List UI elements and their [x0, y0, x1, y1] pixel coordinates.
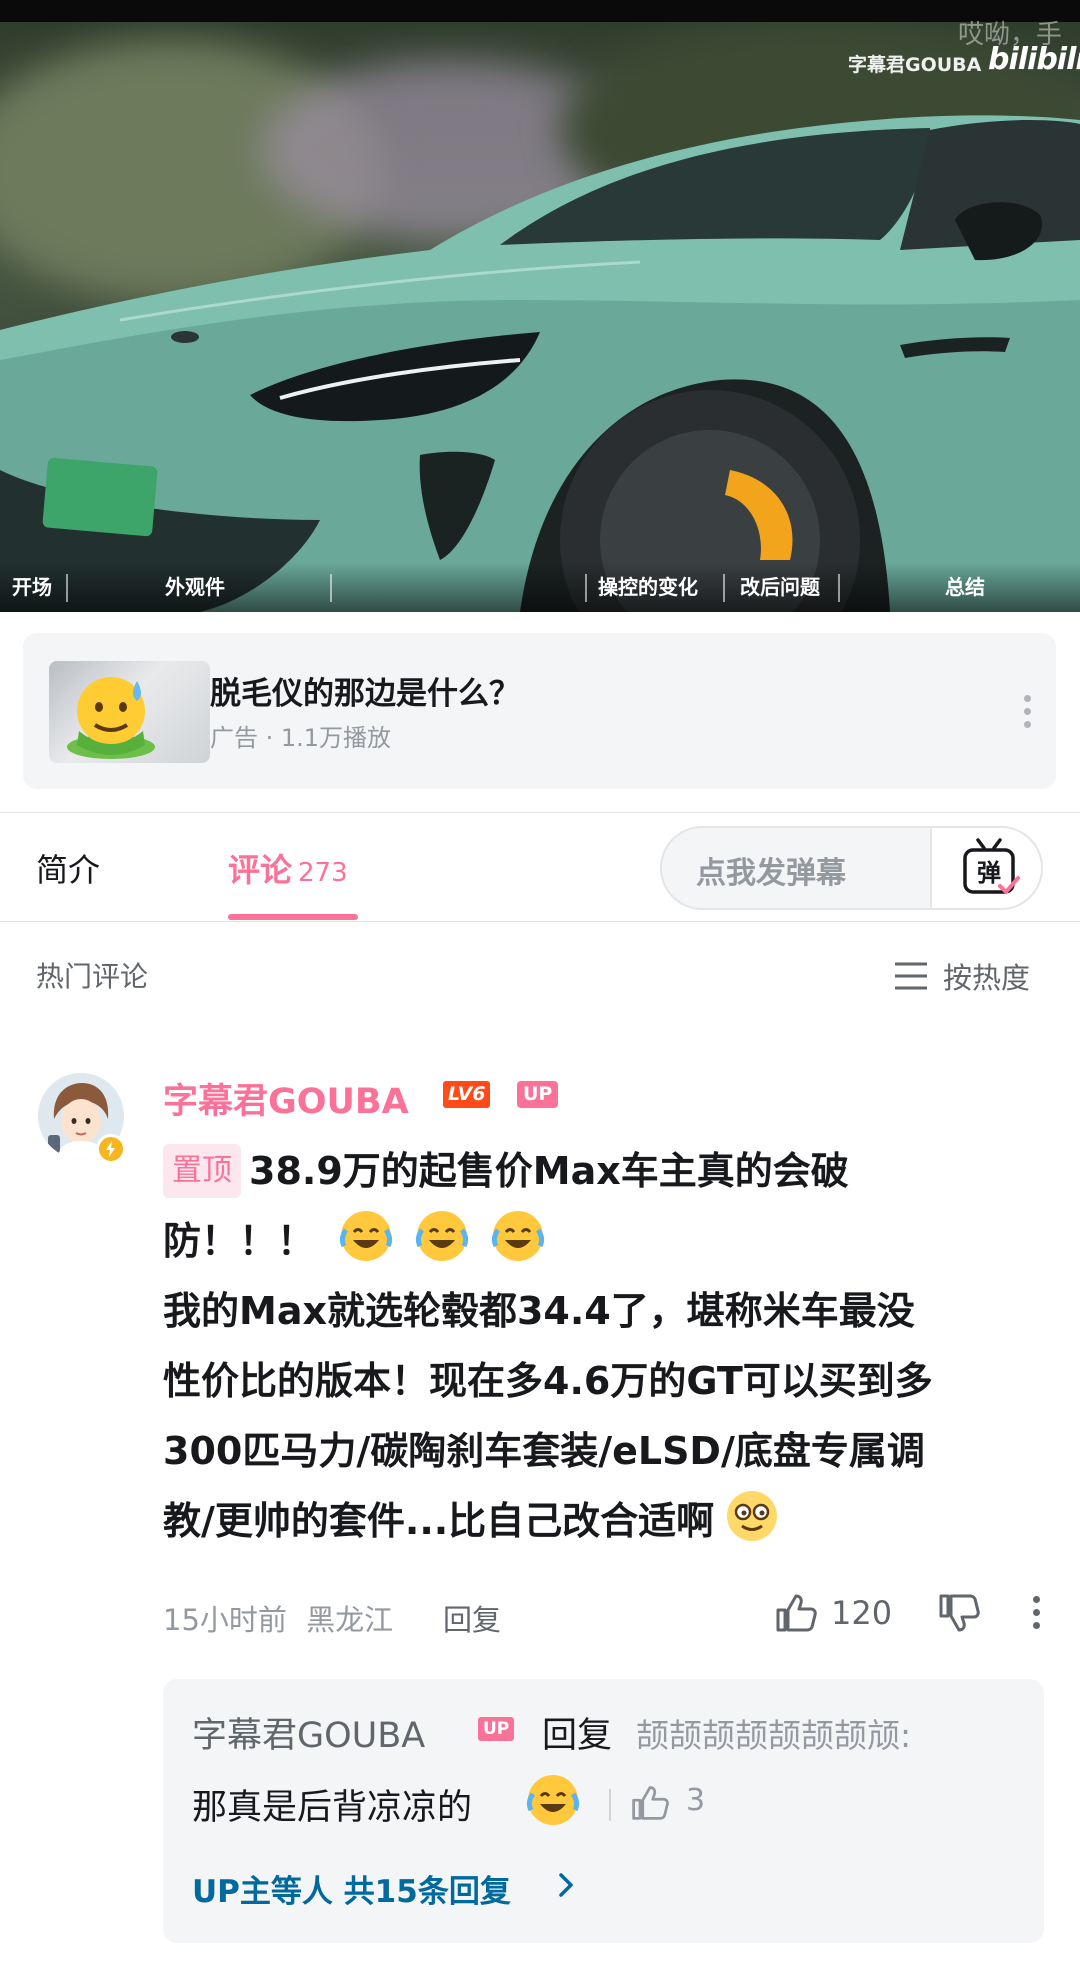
comment-line: 教/更帅的套件...比自己改合适啊	[163, 1486, 1043, 1556]
like-count: 120	[831, 1594, 893, 1632]
dizzy-smile-emoji-icon	[727, 1491, 778, 1541]
divider	[609, 1789, 611, 1821]
laughing-crying-emoji-icon	[492, 1211, 545, 1261]
danmaku-icon: 弹	[963, 838, 1020, 894]
divider	[0, 921, 1080, 922]
ad-thumbnail[interactable]	[49, 661, 210, 763]
pinned-badge: 置顶	[163, 1144, 241, 1198]
bilibili-logo: bilibili	[988, 42, 1080, 77]
reply-author[interactable]: 字幕君GOUBA	[192, 1707, 425, 1758]
chapter-divider	[66, 574, 68, 602]
comment-location: 黑龙江	[306, 1603, 394, 1637]
thumbs-up-icon[interactable]	[630, 1782, 670, 1822]
view-all-replies-link[interactable]: UP主等人 共15条回复	[192, 1866, 511, 1911]
chapter-handling[interactable]: 操控的变化	[598, 570, 698, 604]
chapter-issues[interactable]: 改后问题	[740, 570, 820, 604]
thumbs-down-icon[interactable]	[937, 1592, 981, 1636]
hot-comments-title: 热门评论	[36, 960, 149, 993]
thumbs-up-icon[interactable]	[774, 1590, 818, 1634]
laughing-crying-emoji-icon	[416, 1211, 469, 1261]
car-image	[0, 115, 1080, 612]
laughing-crying-emoji-icon	[526, 1775, 580, 1825]
comment-line-text: 教/更帅的套件...比自己改合适啊	[163, 1499, 715, 1543]
tab-comments-label: 评论	[228, 851, 293, 889]
chapter-divider	[723, 574, 725, 602]
reply-target-user[interactable]: 颉颉颉颉颉颉颉颃:	[636, 1709, 911, 1757]
chapter-divider	[838, 574, 840, 602]
reply-word: 回复	[542, 1716, 613, 1756]
chapter-bar[interactable]: 开场 外观件 操控的变化 改后问题 总结	[0, 562, 1080, 612]
comment-line: 性价比的版本！现在多4.6万的GT可以买到多	[163, 1359, 933, 1403]
level-badge: LV6	[443, 1081, 491, 1108]
video-player[interactable]: 哎呦，手 字幕君GOUBA bilibili 开场 外观件 操控的变化 改后问题…	[0, 0, 1080, 612]
danmaku-input[interactable]: 点我发弹幕 弹	[660, 826, 1043, 910]
status-bar	[0, 0, 1080, 22]
svg-text:弹: 弹	[977, 859, 1001, 887]
reply-like-count: 3	[686, 1783, 706, 1818]
chevron-right-icon[interactable]	[553, 1867, 581, 1903]
danmaku-placeholder: 点我发弹幕	[696, 856, 846, 891]
sweating-emoji-icon	[67, 677, 155, 759]
sort-label: 按热度	[943, 961, 1031, 995]
up-badge: UP	[517, 1081, 559, 1108]
ad-card[interactable]: 脱毛仪的那边是什么？ 广告 · 1.1万播放	[23, 633, 1056, 789]
chapter-divider	[330, 574, 332, 602]
comment-username[interactable]: 字幕君GOUBA	[163, 1073, 409, 1124]
comment-text[interactable]: 置顶 38.9万的起售价Max车主真的会破 防！！！ 我的Max就选轮毂都34.4…	[163, 1136, 1043, 1556]
verified-badge-icon	[96, 1134, 126, 1164]
tab-intro[interactable]: 简介	[36, 845, 100, 891]
comment-count: 273	[298, 858, 348, 888]
chapter-opening[interactable]: 开场	[12, 570, 52, 604]
comment-time: 15小时前	[163, 1603, 287, 1637]
comment-line-text: 防！！！	[163, 1219, 316, 1263]
chapter-exterior[interactable]: 外观件	[165, 570, 225, 604]
divider	[0, 812, 1080, 813]
ad-subtitle: 广告 · 1.1万播放	[210, 724, 392, 752]
more-options-icon[interactable]	[1020, 695, 1034, 735]
chapter-summary[interactable]: 总结	[945, 570, 985, 604]
author-watermark: 字幕君GOUBA	[848, 54, 982, 76]
sort-icon	[895, 962, 927, 990]
comment-line: 我的Max就选轮毂都34.4了，堪称米车最没	[163, 1289, 915, 1333]
reply-thread[interactable]: 字幕君GOUBA UP 回复 颉颉颉颉颉颉颉颃: 那真是后背凉凉的 3 UP主等…	[163, 1679, 1044, 1943]
comment-more-icon[interactable]	[1028, 1596, 1044, 1636]
up-badge: UP	[478, 1717, 515, 1741]
comment-line-text: 38.9万的起售价Max车主真的会破	[249, 1149, 849, 1193]
ad-title[interactable]: 脱毛仪的那边是什么？	[210, 668, 520, 713]
active-tab-indicator	[228, 914, 358, 920]
danmaku-toggle-button[interactable]: 弹	[930, 828, 1041, 908]
chapter-divider	[585, 574, 587, 602]
comment-meta: 15小时前 黑龙江	[163, 1597, 393, 1639]
comment-line: 300匹马力/碳陶刹车套装/eLSD/底盘专属调	[163, 1429, 925, 1473]
laughing-crying-emoji-icon	[340, 1211, 393, 1261]
tab-comments[interactable]: 评论 273	[228, 845, 348, 891]
comment-line: 置顶 38.9万的起售价Max车主真的会破	[163, 1136, 1043, 1206]
reply-text: 那真是后背凉凉的	[192, 1788, 473, 1828]
comment-line: 防！！！	[163, 1206, 1043, 1276]
reply-button[interactable]: 回复	[443, 1597, 501, 1639]
